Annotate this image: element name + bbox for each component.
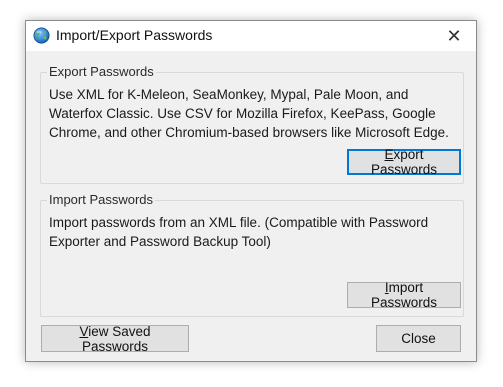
view-saved-button-label: View Saved Passwords xyxy=(79,323,151,354)
import-button-label: Import Passwords xyxy=(370,280,438,310)
import-passwords-group: Import Passwords Import passwords from a… xyxy=(40,192,464,317)
close-icon: ✕ xyxy=(446,25,462,46)
window-title: Import/Export Passwords xyxy=(56,27,213,43)
view-saved-passwords-button[interactable]: View Saved Passwords xyxy=(41,323,189,354)
export-passwords-group: Export Passwords Use XML for K-Meleon, S… xyxy=(40,64,464,184)
export-passwords-button[interactable]: Export Passwords xyxy=(347,147,461,177)
import-export-dialog: Import/Export Passwords ✕ Export Passwor… xyxy=(25,20,477,362)
close-button[interactable]: Close xyxy=(376,325,461,352)
export-button-label: Export Passwords xyxy=(370,147,438,177)
title-bar[interactable]: Import/Export Passwords ✕ xyxy=(26,21,476,51)
globe-app-icon xyxy=(33,27,50,44)
export-group-legend: Export Passwords xyxy=(47,64,156,79)
import-group-legend: Import Passwords xyxy=(47,192,156,207)
import-description: Import passwords from an XML file. (Comp… xyxy=(49,215,429,249)
export-description: Use XML for K-Meleon, SeaMonkey, Mypal, … xyxy=(49,87,449,140)
close-window-button[interactable]: ✕ xyxy=(432,21,476,51)
close-button-label: Close xyxy=(401,331,436,346)
import-passwords-button[interactable]: Import Passwords xyxy=(347,280,461,310)
